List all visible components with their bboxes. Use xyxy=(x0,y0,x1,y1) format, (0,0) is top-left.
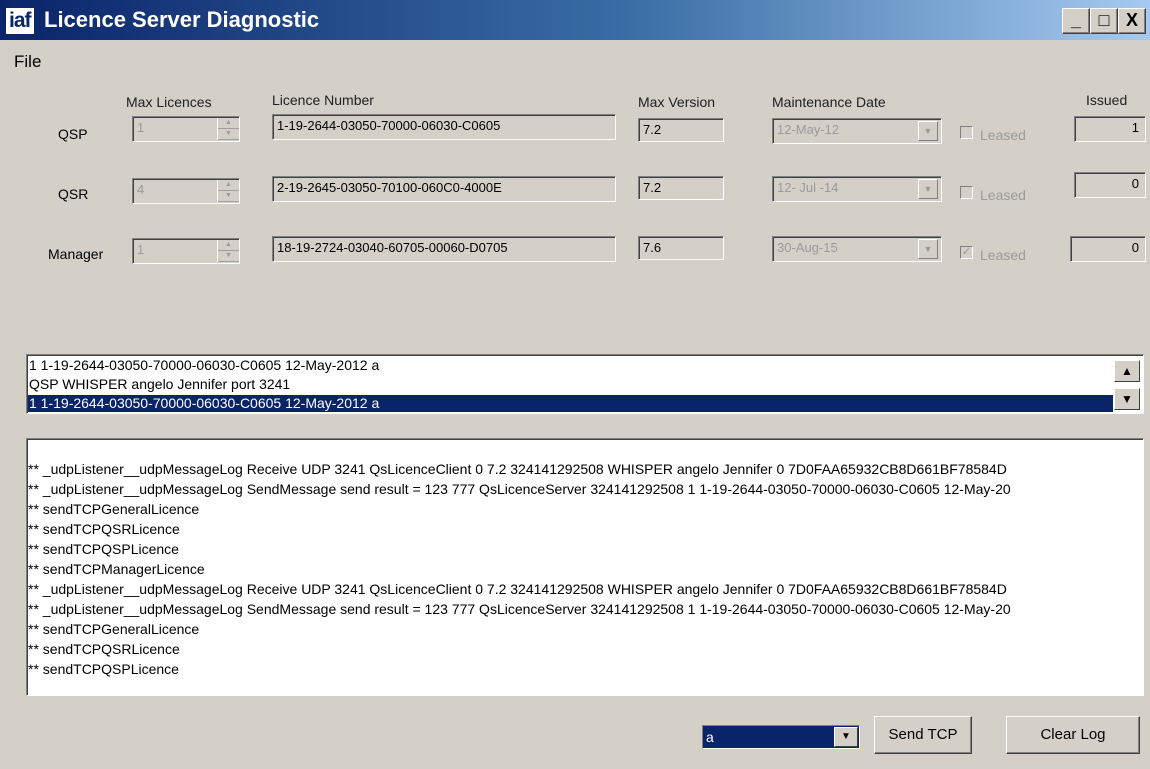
leased-qsr-checkbox[interactable] xyxy=(960,186,973,199)
list-item[interactable]: 1 1-19-2644-03050-70000-06030-C0605 12-M… xyxy=(28,357,1113,374)
send-tcp-button[interactable]: Send TCP xyxy=(874,716,972,754)
spinner-updown-icon[interactable]: ▲ ▼ xyxy=(217,118,239,140)
log-line: ** sendTCPManagerLicence xyxy=(28,561,205,577)
spinner-updown-icon[interactable]: ▲ ▼ xyxy=(217,180,239,202)
row-label-qsp: QSP xyxy=(58,126,88,142)
clear-log-button[interactable]: Clear Log xyxy=(1006,716,1140,754)
log-line: ** _udpListener__udpMessageLog Receive U… xyxy=(28,461,1007,477)
issued-manager-value: 0 xyxy=(1070,236,1146,262)
log-line: ** _udpListener__udpMessageLog SendMessa… xyxy=(28,601,1011,617)
log-line: ** sendTCPGeneralLicence xyxy=(28,621,200,637)
licence-number-qsp-input[interactable]: 1-19-2644-03050-70000-06030-C0605 xyxy=(272,114,616,140)
log-line: ** sendTCPQSPLicence xyxy=(28,541,179,557)
log-line: ** _udpListener__udpMessageLog Receive U… xyxy=(28,581,1007,597)
leased-qsp-label: Leased xyxy=(980,127,1026,143)
spinner-updown-icon[interactable]: ▲ ▼ xyxy=(217,240,239,262)
max-version-manager-input[interactable]: 7.6 xyxy=(638,236,724,260)
leased-qsr-label: Leased xyxy=(980,187,1026,203)
log-line: ** sendTCPQSRLicence xyxy=(28,521,180,537)
log-line: ** sendTCPQSRLicence xyxy=(28,641,180,657)
issued-qsr-value: 0 xyxy=(1074,172,1146,198)
row-label-manager: Manager xyxy=(48,246,104,262)
checkmark-icon[interactable]: ✓ xyxy=(960,246,973,259)
maintenance-date-qsr-select[interactable]: 12- Jul -14 xyxy=(772,176,942,202)
header-max-version: Max Version xyxy=(638,94,716,110)
close-button[interactable]: X xyxy=(1118,8,1146,34)
maximize-button[interactable]: □ xyxy=(1090,8,1118,34)
scroll-down-arrow-icon[interactable]: ▼ xyxy=(1114,388,1140,410)
issued-qsp-value: 1 xyxy=(1074,116,1146,142)
chevron-down-icon[interactable]: ▼ xyxy=(918,179,938,199)
maintenance-date-qsp-select[interactable]: 12-May-12 xyxy=(772,118,942,144)
menu-bar xyxy=(0,40,1150,80)
header-maintenance-date: Maintenance Date xyxy=(772,94,886,110)
message-combo-value: a xyxy=(706,729,714,745)
chevron-down-icon[interactable]: ▼ xyxy=(834,727,858,747)
minimize-button[interactable]: _ xyxy=(1062,8,1090,34)
row-label-qsr: QSR xyxy=(58,186,89,202)
log-line: ** _udpListener__udpMessageLog SendMessa… xyxy=(28,481,1011,497)
menu-file[interactable]: File xyxy=(14,52,41,72)
header-licence-number: Licence Number xyxy=(272,92,374,108)
licence-number-qsr-input[interactable]: 2-19-2645-03050-70100-060C0-4000E xyxy=(272,176,616,202)
log-line: ** sendTCPGeneralLicence xyxy=(28,501,200,517)
licence-number-manager-input[interactable]: 18-19-2724-03040-60705-00060-D0705 xyxy=(272,236,616,262)
list-item-selected[interactable]: 1 1-19-2644-03050-70000-06030-C0605 12-M… xyxy=(28,395,1113,412)
header-issued: Issued xyxy=(1086,92,1128,108)
window-title: Licence Server Diagnostic xyxy=(44,7,320,32)
scroll-up-arrow-icon[interactable]: ▲ xyxy=(1114,360,1140,382)
header-max-licences: Max Licences xyxy=(126,94,212,110)
leased-manager-label: Leased xyxy=(980,247,1026,263)
log-line: ** sendTCPQSPLicence xyxy=(28,661,179,677)
max-version-qsr-input[interactable]: 7.2 xyxy=(638,176,724,200)
leased-qsp-checkbox[interactable] xyxy=(960,126,973,139)
max-version-qsp-input[interactable]: 7.2 xyxy=(638,118,724,142)
list-item[interactable]: QSP WHISPER angelo Jennifer port 3241 xyxy=(28,376,1113,393)
app-logo: iaf xyxy=(6,8,34,34)
chevron-down-icon[interactable]: ▼ xyxy=(918,239,938,259)
chevron-down-icon[interactable]: ▼ xyxy=(918,121,938,141)
maintenance-date-manager-select[interactable]: 30-Aug-15 xyxy=(772,236,942,262)
